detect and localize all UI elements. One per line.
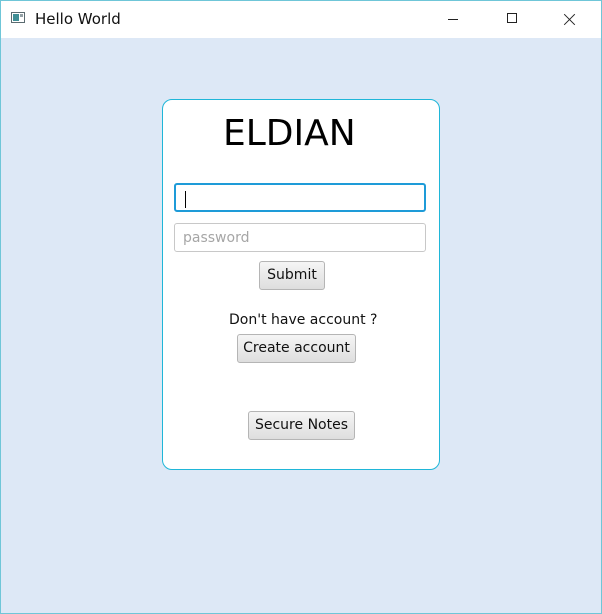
window-title: Hello World bbox=[35, 10, 121, 28]
text-cursor bbox=[185, 191, 186, 208]
minimize-button[interactable] bbox=[430, 1, 476, 38]
username-input[interactable] bbox=[174, 183, 426, 212]
maximize-button[interactable] bbox=[489, 1, 535, 38]
close-icon bbox=[564, 13, 576, 25]
password-input[interactable] bbox=[174, 223, 426, 252]
login-card: ELDIAN Submit Don't have account ? Creat… bbox=[162, 99, 440, 470]
minimize-icon bbox=[448, 19, 458, 20]
submit-button[interactable]: Submit bbox=[259, 261, 325, 290]
title-bar[interactable]: Hello World bbox=[1, 1, 601, 38]
application-window: Hello World ELDIAN Submit Don't have acc… bbox=[0, 0, 602, 614]
maximize-icon bbox=[507, 13, 517, 23]
close-button[interactable] bbox=[547, 1, 593, 38]
brand-title: ELDIAN bbox=[223, 113, 356, 154]
account-prompt: Don't have account ? bbox=[229, 312, 378, 328]
create-account-button[interactable]: Create account bbox=[237, 334, 356, 363]
window-app-icon bbox=[11, 12, 25, 23]
secure-notes-button[interactable]: Secure Notes bbox=[248, 411, 355, 440]
